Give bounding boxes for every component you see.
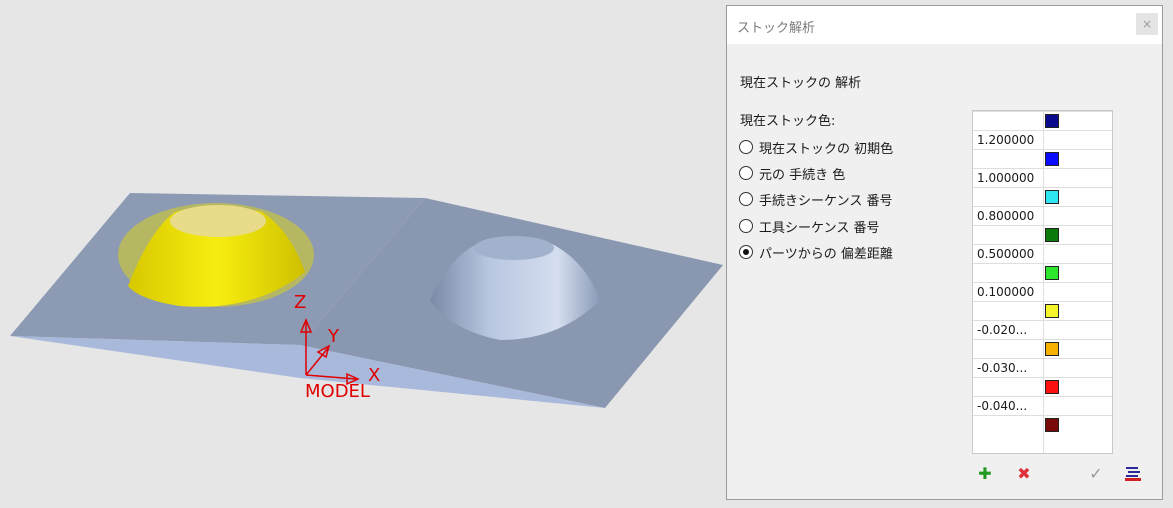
legend-value-row[interactable]: -0.030...	[973, 358, 1112, 377]
legend-value: 0.800000	[977, 209, 1035, 223]
deviation-bump-top	[170, 205, 266, 237]
radio-label: 元の 手続き 色	[759, 167, 846, 183]
legend-color-row	[973, 111, 1112, 130]
radio-tool-sequence[interactable]: 工具シーケンス 番号	[739, 217, 880, 236]
part-bump-top	[474, 236, 554, 260]
legend-color-swatch[interactable]	[1045, 380, 1059, 394]
legend-color-swatch[interactable]	[1045, 152, 1059, 166]
deviation-color-legend[interactable]: 1.200000 1.000000 0.800000 0.500000 0.100000…	[972, 110, 1113, 454]
close-button[interactable]: ×	[1136, 13, 1158, 35]
radio-circle[interactable]	[739, 140, 753, 154]
axis-label-y: Y	[327, 326, 340, 347]
radio-initial-color[interactable]: 現在ストックの 初期色	[739, 138, 894, 157]
legend-color-swatch[interactable]	[1045, 228, 1059, 242]
radio-circle-selected[interactable]	[739, 245, 753, 259]
section-title: 現在ストックの 解析	[740, 76, 862, 91]
dialog-titlebar[interactable]: ストック解析 ×	[727, 6, 1162, 44]
legend-value-row[interactable]: 1.000000	[973, 168, 1112, 187]
legend-color-swatch[interactable]	[1045, 114, 1059, 128]
radio-circle[interactable]	[739, 219, 753, 233]
radio-label: パーツからの 偏差距離	[759, 246, 893, 262]
radio-circle[interactable]	[739, 192, 753, 206]
checkmark-icon[interactable]: ✓	[1087, 465, 1105, 483]
legend-value: 0.100000	[977, 285, 1035, 299]
plus-icon[interactable]: ✚	[976, 465, 994, 483]
legend-value: -0.020...	[977, 323, 1028, 337]
legend-color-row	[973, 339, 1112, 358]
legend-value-row[interactable]: 1.200000	[973, 130, 1112, 149]
legend-value-row[interactable]: 0.800000	[973, 206, 1112, 225]
radio-label: 手続きシーケンス 番号	[759, 193, 893, 209]
radio-procedure-sequence[interactable]: 手続きシーケンス 番号	[739, 190, 893, 209]
legend-color-swatch[interactable]	[1045, 190, 1059, 204]
radio-procedure-color[interactable]: 元の 手続き 色	[739, 164, 846, 183]
legend-value: -0.030...	[977, 361, 1028, 375]
legend-value: 1.200000	[977, 133, 1035, 147]
list-settings-icon[interactable]	[1124, 465, 1142, 483]
stock-analysis-dialog: ストック解析 × 現在ストックの 解析 現在ストック色: 現在ストックの 初期色…	[726, 5, 1163, 500]
legend-value: 1.000000	[977, 171, 1035, 185]
legend-color-row	[973, 415, 1112, 434]
legend-value-row[interactable]: -0.040...	[973, 396, 1112, 415]
legend-color-row	[973, 377, 1112, 396]
radio-label: 現在ストックの 初期色	[759, 141, 894, 157]
stock-color-label: 現在ストック色:	[740, 114, 836, 129]
delete-x-icon[interactable]: ✖	[1015, 465, 1033, 483]
radio-circle[interactable]	[739, 166, 753, 180]
legend-color-row	[973, 149, 1112, 168]
dialog-title: ストック解析	[737, 21, 816, 36]
legend-color-row	[973, 225, 1112, 244]
legend-color-swatch[interactable]	[1045, 418, 1059, 432]
legend-value: -0.040...	[977, 399, 1028, 413]
axis-label-z: Z	[294, 292, 306, 313]
radio-label: 工具シーケンス 番号	[759, 220, 880, 236]
legend-color-swatch[interactable]	[1045, 342, 1059, 356]
legend-value: 0.500000	[977, 247, 1035, 261]
legend-color-row	[973, 187, 1112, 206]
axis-label-model: MODEL	[305, 381, 370, 402]
radio-deviation-distance[interactable]: パーツからの 偏差距離	[739, 243, 893, 262]
legend-color-swatch[interactable]	[1045, 266, 1059, 280]
legend-value-row[interactable]: 0.100000	[973, 282, 1112, 301]
legend-value-row[interactable]: 0.500000	[973, 244, 1112, 263]
legend-color-row	[973, 301, 1112, 320]
legend-color-row	[973, 263, 1112, 282]
legend-color-swatch[interactable]	[1045, 304, 1059, 318]
legend-value-row[interactable]: -0.020...	[973, 320, 1112, 339]
